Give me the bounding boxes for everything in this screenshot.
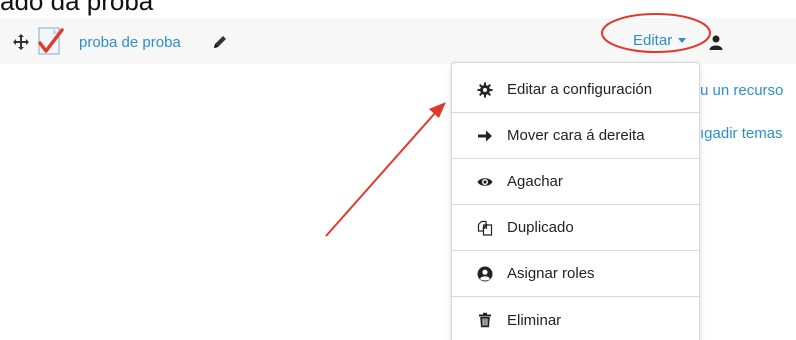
menu-item-assign-roles[interactable]: Asignar roles [452, 251, 699, 297]
copy-icon [477, 220, 493, 236]
menu-item-move-right[interactable]: Mover cara á dereita [452, 113, 699, 159]
pencil-icon[interactable] [212, 34, 228, 50]
trash-icon [479, 312, 491, 328]
menu-item-hide[interactable]: Agachar [452, 159, 699, 205]
background-link-text[interactable]: ıgadir temas [700, 125, 783, 142]
user-circle-icon [477, 266, 493, 281]
menu-item-label: Agachar [507, 173, 563, 190]
move-icon[interactable] [12, 33, 30, 51]
menu-item-delete[interactable]: Eliminar [452, 297, 699, 340]
eye-icon [477, 177, 493, 186]
background-link-text[interactable]: u un recurso [700, 82, 783, 99]
arrow-right-icon [478, 130, 492, 141]
menu-item-label: Duplicado [507, 219, 574, 236]
menu-item-label: Eliminar [507, 311, 562, 329]
menu-item-label: Asignar roles [507, 265, 595, 282]
edit-dropdown-menu: Editar a configuración Mover cara á dere… [451, 62, 700, 340]
menu-item-label: Mover cara á dereita [507, 127, 645, 144]
menu-item-duplicate[interactable]: Duplicado [452, 205, 699, 251]
highlight-ellipse [601, 13, 711, 53]
quiz-check-icon [38, 27, 64, 55]
gear-icon [477, 82, 493, 97]
page-heading: ado da proba [0, 0, 154, 16]
menu-item-label: Editar a configuración [507, 81, 653, 98]
activity-link[interactable]: proba de proba [79, 34, 181, 51]
menu-item-edit-settings[interactable]: Editar a configuración [452, 67, 699, 113]
